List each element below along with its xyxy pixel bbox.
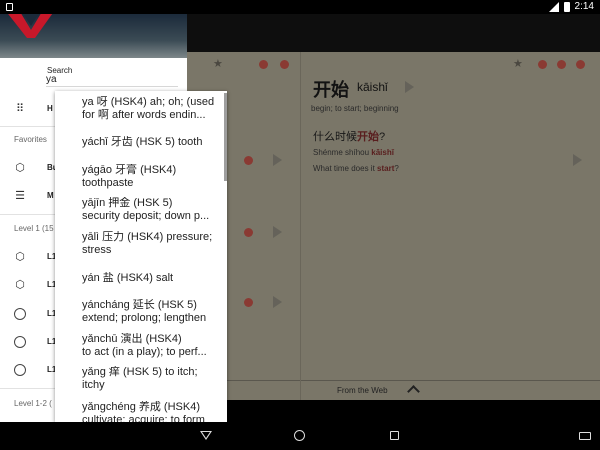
back-icon[interactable] — [200, 431, 212, 440]
info-icon[interactable] — [280, 60, 289, 69]
autocomplete-popup: ya 呀 (HSK4) ah; oh; (used for 啊 after wor… — [55, 91, 227, 422]
drawer-header-image — [0, 14, 187, 58]
suggestion-item[interactable]: yǎngchéng 养成 (HSK4) cultivate; acquire; t… — [82, 401, 224, 422]
suggestion-line1: yālì 压力 (HSK4) pressure; — [82, 231, 213, 243]
radio-icon — [14, 308, 26, 320]
suggestion-item[interactable]: yālì 压力 (HSK4) pressure; stress — [82, 231, 224, 257]
suggestion-item[interactable]: yán 盐 (HSK4) salt — [82, 272, 224, 285]
checklist-icon: ☰ — [15, 190, 25, 202]
suggestion-item[interactable]: yáchǐ 牙齿 (HSK 5) tooth — [82, 136, 224, 149]
status-bar: 2:14 — [0, 0, 600, 14]
example-py-text: Shénme shíhou — [313, 148, 372, 157]
box-icon: ⬡ — [15, 279, 25, 291]
home-icon[interactable] — [294, 430, 305, 441]
from-web-label: From the Web — [337, 386, 388, 395]
settings-icon[interactable] — [557, 60, 566, 69]
play-icon[interactable] — [273, 226, 282, 238]
box-icon: ⬡ — [15, 251, 25, 263]
example-cn-end: ? — [379, 131, 386, 143]
example-en-highlight: start — [377, 164, 395, 173]
suggestion-line2: toothpaste — [82, 177, 134, 189]
suggestion-item[interactable]: yágāo 牙膏 (HSK4) toothpaste — [82, 164, 224, 190]
recent-apps-icon[interactable] — [390, 431, 399, 440]
favorites-header: Favorites — [14, 135, 47, 144]
play-audio-icon[interactable] — [405, 81, 414, 93]
notification-icon — [6, 3, 13, 11]
example-en-end: ? — [394, 164, 399, 173]
search-input[interactable] — [46, 71, 178, 87]
play-icon[interactable] — [273, 296, 282, 308]
suggestion-item[interactable]: yǎng 痒 (HSK 5) to itch; itchy — [82, 366, 224, 392]
example-cn-highlight: 开始 — [357, 131, 379, 143]
list-remove-icon[interactable] — [244, 298, 253, 307]
grid-icon: ⠿ — [15, 103, 25, 115]
star-icon[interactable]: ★ — [513, 59, 524, 70]
system-nav-bar — [0, 422, 600, 450]
list-remove-icon[interactable] — [244, 156, 253, 165]
suggestion-line1: yǎngchéng 养成 (HSK4) — [82, 401, 200, 413]
suggestion-item[interactable]: yáncháng 延长 (HSK 5) extend; prolong; leng… — [82, 299, 224, 325]
level12-header: Level 1-2 ( — [14, 399, 52, 408]
play-icon[interactable] — [273, 154, 282, 166]
play-example-icon[interactable] — [573, 154, 582, 166]
suggestion-line1: yágāo 牙膏 (HSK4) — [82, 164, 177, 176]
drawer-item-label: M — [47, 191, 54, 200]
radio-icon — [14, 336, 26, 348]
suggestion-line1: yǎnchū 演出 (HSK4) — [82, 333, 182, 345]
suggestion-line1: yājīn 押金 (HSK 5) — [82, 197, 173, 209]
signal-icon — [548, 1, 559, 12]
box-icon: ⬡ — [15, 162, 25, 174]
suggestion-line1: yáchǐ 牙齿 (HSK 5) tooth — [82, 136, 203, 148]
remove-icon[interactable] — [538, 60, 547, 69]
keyboard-icon[interactable] — [579, 432, 591, 440]
example-cn-text: 什么时候 — [313, 131, 357, 143]
example-py-highlight: kāishǐ — [371, 148, 394, 157]
suggestion-line1: yáncháng 延长 (HSK 5) — [82, 299, 197, 311]
app-logo-icon — [8, 14, 53, 38]
drawer-item-label: H — [47, 104, 53, 113]
suggestion-item[interactable]: ya 呀 (HSK4) ah; oh; (used for 啊 after wor… — [82, 96, 224, 122]
word-gloss: begin; to start; beginning — [311, 104, 399, 113]
example-pinyin: Shénme shíhou kāishǐ — [313, 148, 394, 157]
example-en-text: What time does it — [313, 164, 378, 173]
suggestion-line1: yán 盐 (HSK4) salt — [82, 272, 174, 284]
suggestion-item[interactable]: yājīn 押金 (HSK 5) security deposit; down p… — [82, 197, 224, 223]
popup-scrollbar[interactable] — [224, 93, 227, 181]
suggestion-line2: security deposit; down p... — [82, 210, 210, 222]
battery-icon — [563, 1, 570, 12]
example-chinese: 什么时候开始? — [313, 128, 385, 144]
example-english: What time does it start? — [313, 164, 399, 173]
radio-icon — [14, 364, 26, 376]
clock: 2:14 — [574, 1, 594, 12]
word-hanzi: 开始 — [313, 80, 349, 100]
info-icon[interactable] — [576, 60, 585, 69]
level1-header: Level 1 (15 — [14, 224, 54, 233]
from-web-bar[interactable]: From the Web — [301, 380, 600, 400]
chevron-up-icon[interactable] — [407, 385, 420, 398]
star-icon[interactable]: ★ — [213, 59, 224, 70]
suggestion-line2: itchy — [82, 379, 105, 391]
suggestion-line2: for 啊 after words endin... — [82, 109, 206, 121]
suggestion-item[interactable]: yǎnchū 演出 (HSK4) to act (in a play); to p… — [82, 333, 224, 359]
suggestion-line2: stress — [82, 244, 112, 256]
word-pinyin: kāishǐ — [357, 80, 388, 94]
status-right: 2:14 — [548, 1, 594, 12]
list-remove-icon[interactable] — [244, 228, 253, 237]
suggestion-line1: ya 呀 (HSK4) ah; oh; (used — [82, 96, 215, 108]
word-detail-pane: ★ 开始 kāishǐ begin; to start; beginning 什… — [300, 52, 600, 400]
remove-icon[interactable] — [259, 60, 268, 69]
suggestion-line2: to act (in a play); to perf... — [82, 346, 207, 358]
suggestion-line1: yǎng 痒 (HSK 5) to itch; — [82, 366, 198, 378]
suggestion-line2: cultivate; acquire; to form — [82, 414, 205, 422]
suggestion-line2: extend; prolong; lengthen — [82, 312, 207, 324]
